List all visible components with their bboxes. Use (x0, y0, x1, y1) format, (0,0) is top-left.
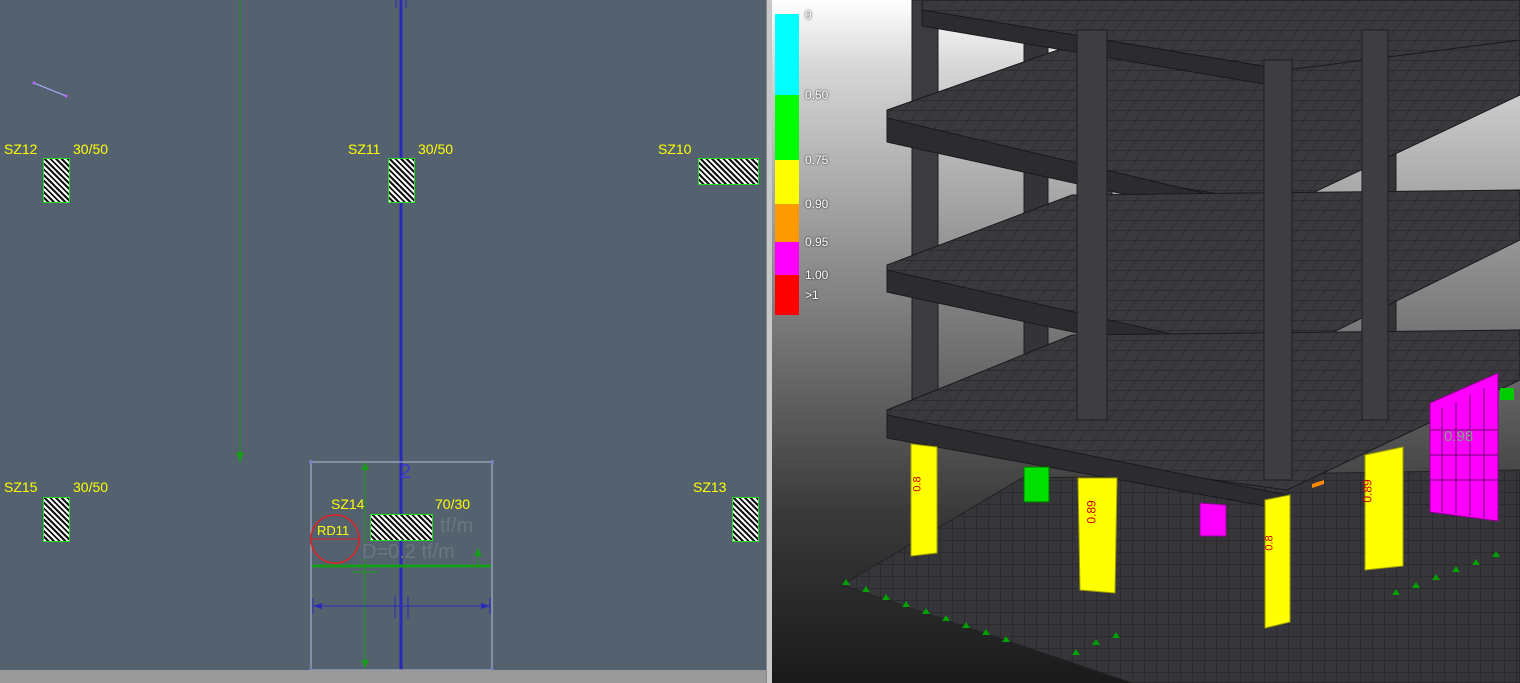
legend-value-0-95: 0.95 (805, 235, 829, 249)
column-size-sz12: 30/50 (73, 141, 109, 157)
ratio-label-2: 0.89 (1084, 500, 1099, 524)
column-sz14[interactable] (370, 514, 433, 541)
legend-value-0-50: 0.50 (805, 88, 829, 102)
column-green (1023, 466, 1050, 503)
legend-swatch-red (775, 275, 799, 315)
legend-value-1-00: 1.00 (805, 268, 829, 282)
column-magenta-small (1199, 502, 1227, 537)
legend-value-0-90: 0.90 (805, 197, 829, 211)
ratio-label-wall: 0.98 (1444, 428, 1474, 445)
plan-drawing (32, 0, 494, 672)
plan-status-strip (0, 670, 766, 683)
3d-model-view[interactable]: 0.8 0.89 0.8 0.89 0.98 0 0.50 0.75 0.90 … (772, 0, 1520, 683)
legend-value-over-1: >1 (805, 288, 819, 302)
column-sz11[interactable] (388, 158, 415, 203)
column-yellow-4 (1364, 446, 1404, 571)
column-yellow-2 (1077, 477, 1118, 594)
legend-value-0: 0 (805, 8, 812, 22)
column-size-sz15: 30/50 (73, 479, 109, 495)
column-yellow-3 (1264, 494, 1291, 629)
ratio-label-3: 0.8 (1263, 535, 1276, 551)
column-label-sz13: SZ13 (693, 479, 727, 495)
axis-label: 2 (400, 461, 412, 483)
column-label-sz10: SZ10 (658, 141, 692, 157)
legend-swatch-orange (775, 204, 799, 242)
wall-label-rd11: RD11 (317, 523, 350, 538)
column-sz10[interactable] (698, 158, 759, 185)
legend-swatch-yellow (775, 160, 799, 204)
ratio-label-4: 0.89 (1360, 479, 1375, 503)
column-yellow-1 (910, 443, 938, 557)
floor-plan-view[interactable]: 2 SZ12 30/50 SZ11 30/50 SZ10 SZ15 30/50 … (0, 0, 767, 683)
ground-slab (840, 469, 1520, 683)
column-label-sz15: SZ15 (4, 479, 38, 495)
legend-swatch-magenta (775, 242, 799, 275)
column-size-sz14: 70/30 (435, 496, 471, 512)
column-sz15[interactable] (43, 497, 70, 542)
column-label-sz14: SZ14 (331, 496, 365, 512)
3d-structure-drawing (840, 0, 1520, 683)
column-label-sz12: SZ12 (4, 141, 38, 157)
load-text-upper: tf/m (440, 515, 474, 537)
column-label-sz11: SZ11 (348, 141, 381, 157)
column-sz12[interactable] (43, 158, 70, 203)
column-size-sz11: 30/50 (418, 141, 454, 157)
legend-value-0-75: 0.75 (805, 153, 829, 167)
legend-swatch-cyan (775, 14, 799, 95)
ratio-label-1: 0.8 (911, 476, 924, 492)
column-sz13[interactable] (732, 497, 759, 542)
legend-swatch-green (775, 95, 799, 160)
load-text-lower: D=0.2 tf/m (362, 541, 455, 563)
plan-stray-line (33, 82, 67, 97)
